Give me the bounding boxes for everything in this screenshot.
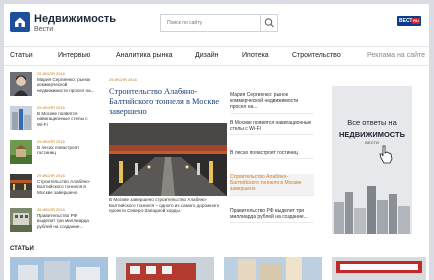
news-headline[interactable]: В лесах пояастроят гостиниц <box>37 145 95 156</box>
article-thumbnail[interactable] <box>116 257 214 280</box>
search-icon <box>264 18 274 28</box>
list-item[interactable]: 25 ИЮЛЯ 2016 В Москве появятся навигацио… <box>10 104 96 136</box>
related-news: Мария Сергиенко: рынок коммерческой недв… <box>230 70 314 240</box>
ad-banner[interactable]: Все ответы на НЕДВИЖИМОСТЬ ВЕСТИ <box>332 86 412 234</box>
list-item[interactable]: Правительство РФ выделит три миллиарда р… <box>230 208 314 224</box>
news-feed: 25 ИЮЛЯ 2016 Мария Сергиенко: рынок комм… <box>10 70 96 238</box>
header: Недвижимость Вести ВЕСТИ RU <box>4 4 429 44</box>
article-lead: В Москве завершено строительство Алабяно… <box>109 197 220 214</box>
article-thumbnail[interactable] <box>10 257 108 280</box>
news-thumbnail <box>10 140 32 164</box>
ad-line-1: Все ответы на <box>347 118 397 127</box>
site-title[interactable]: Недвижимость <box>34 13 116 25</box>
main-nav: Статьи Интервью Аналитика рынка Дизайн И… <box>4 46 429 66</box>
list-item[interactable]: 25 ИЮЛЯ 2016 Строительство Алабяно-Балти… <box>10 172 96 204</box>
news-date: 25 ИЮЛЯ 2016 <box>37 105 65 110</box>
news-thumbnail <box>10 208 32 232</box>
news-date: 25 ИЮЛЯ 2016 <box>37 139 65 144</box>
badge-ru: RU <box>412 18 420 24</box>
news-thumbnail <box>10 72 32 96</box>
nav-item-advertising[interactable]: Реклама на сайте <box>367 52 425 59</box>
nav-item-design[interactable]: Дизайн <box>195 52 219 59</box>
list-item[interactable]: Мария Сергиенко: рынок коммерческой недв… <box>230 92 314 114</box>
house-icon <box>15 17 25 27</box>
news-thumbnail <box>10 174 32 198</box>
nav-item-construction[interactable]: Строительство <box>292 52 341 59</box>
news-thumbnail <box>10 106 32 130</box>
hand-cursor-icon <box>379 145 393 164</box>
list-item[interactable]: 25 ИЮЛЯ 2016 Мария Сергиенко: рынок комм… <box>10 70 96 102</box>
featured-article: 25 ИЮЛЯ 2016 Строительство Алабяно-Балти… <box>109 70 227 240</box>
nav-item-mortgage[interactable]: Ипотека <box>242 52 269 59</box>
ad-line-3: ВЕСТИ <box>365 140 379 145</box>
list-item[interactable]: 25 ИЮЛЯ 2016 В лесах пояастроят гостиниц <box>10 138 96 170</box>
news-headline[interactable]: Строительство Алабяно-Балтийского тоннел… <box>37 179 95 195</box>
article-title[interactable]: Строительство Алабяно-Балтийского тоннел… <box>109 87 225 117</box>
list-item[interactable]: 25 ИЮЛЯ 2016 Правительство РФ выделит тр… <box>10 206 96 238</box>
search-button[interactable] <box>260 15 277 31</box>
articles-strip <box>10 257 426 280</box>
article-date: 25 ИЮЛЯ 2016 <box>109 77 137 82</box>
article-image[interactable] <box>109 123 227 196</box>
nav-item-articles[interactable]: Статьи <box>10 52 33 59</box>
news-date: 25 ИЮЛЯ 2016 <box>37 71 65 76</box>
news-headline[interactable]: Мария Сергиенко: рынок коммерческой недв… <box>37 77 95 93</box>
page: Недвижимость Вести ВЕСТИ RU Статьи Интер… <box>4 4 429 280</box>
news-headline[interactable]: В Москве появятся навигационные стелы с … <box>37 111 95 127</box>
news-date: 25 ИЮЛЯ 2016 <box>37 173 65 178</box>
nav-item-market[interactable]: Аналитика рынка <box>116 52 173 59</box>
search-box <box>160 14 278 32</box>
vesti-ru-badge[interactable]: ВЕСТИ RU <box>397 16 421 26</box>
nav-item-interview[interactable]: Интервью <box>58 52 90 59</box>
section-title: СТАТЬИ <box>10 246 34 252</box>
search-input[interactable] <box>161 15 261 31</box>
news-date: 25 ИЮЛЯ 2016 <box>37 207 65 212</box>
site-subtitle: Вести <box>34 26 54 33</box>
city-skyline-icon <box>334 186 410 234</box>
news-headline[interactable]: Правительство РФ выделит три миллиарда р… <box>37 213 95 229</box>
article-thumbnail[interactable] <box>332 257 426 280</box>
list-item[interactable]: В лесах пояастроят гостиниц <box>230 150 314 160</box>
list-item[interactable]: В Москве появятся навигационные стелы с … <box>230 120 314 136</box>
logo[interactable] <box>10 12 30 32</box>
article-thumbnail[interactable] <box>224 257 322 280</box>
list-item-active[interactable]: Строительство Алабяно-Балтийского тоннел… <box>230 174 314 196</box>
ad-line-2: НЕДВИЖИМОСТЬ <box>338 130 406 139</box>
